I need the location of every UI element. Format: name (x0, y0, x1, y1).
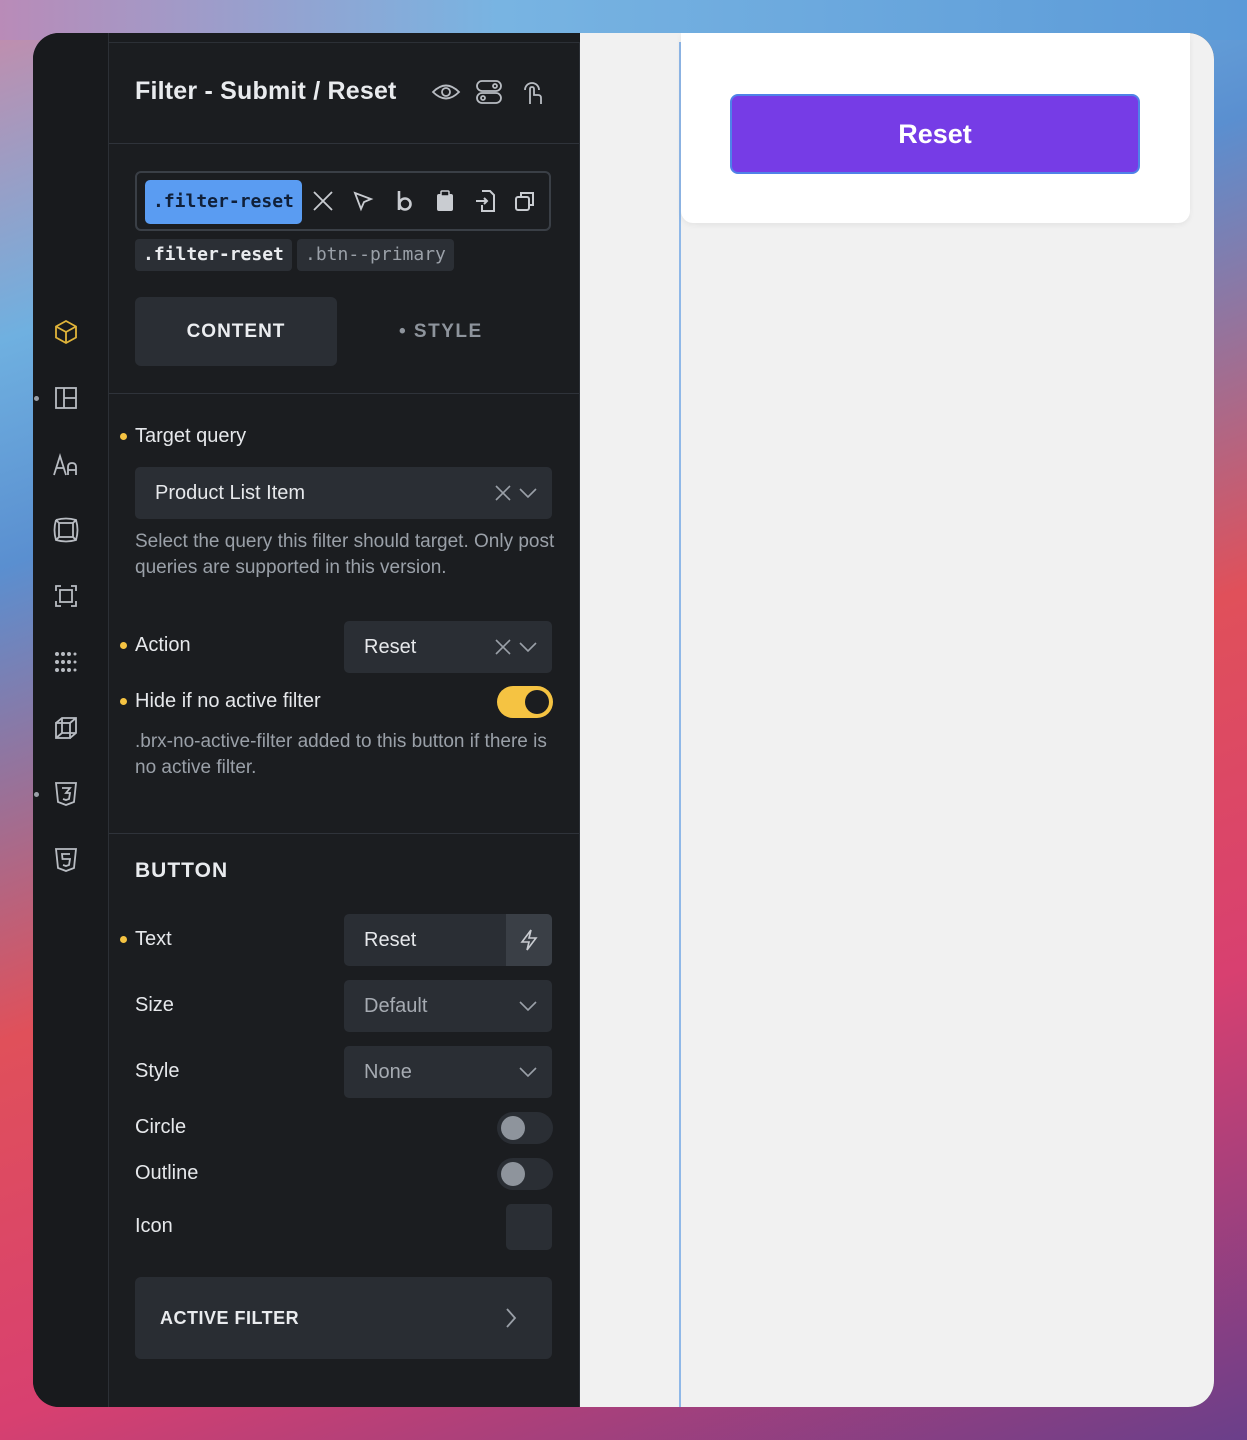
circle-label: Circle (135, 1116, 187, 1138)
chevron-down-icon[interactable] (519, 621, 537, 673)
frame-icon[interactable] (52, 582, 80, 610)
3d-box-icon[interactable] (52, 714, 80, 742)
builder-window: Filter - Submit / Reset .filter-reset .f… (33, 33, 1214, 1407)
cube-icon[interactable] (52, 318, 80, 346)
active-filter-title: ACTIVE FILTER (160, 1308, 300, 1328)
box-model-icon[interactable] (52, 516, 80, 544)
preview-card: Reset (681, 33, 1190, 223)
tab-style[interactable]: • STYLE (399, 297, 483, 366)
chevron-right-icon (504, 1306, 528, 1330)
panel-header: Filter - Submit / Reset (109, 43, 579, 144)
icon-label: Icon (135, 1215, 173, 1237)
class-chip[interactable]: .btn--primary (297, 239, 454, 271)
bold-b-icon[interactable] (391, 187, 419, 215)
target-query-select[interactable]: Product List Item (135, 467, 552, 519)
divider (109, 833, 579, 834)
interaction-icon[interactable] (517, 77, 547, 107)
style-label: Style (135, 1060, 180, 1082)
size-value: Default (364, 994, 428, 1017)
text-value: Reset (364, 928, 417, 951)
circle-toggle[interactable] (497, 1112, 553, 1144)
target-query-label: Target query (135, 425, 247, 447)
duplicate-icon[interactable] (511, 187, 539, 215)
outline-toggle[interactable] (497, 1158, 553, 1190)
button-section-title: BUTTON (135, 859, 229, 882)
toggle-knob (525, 690, 549, 714)
divider (109, 393, 579, 394)
layout-icon[interactable] (52, 384, 80, 412)
text-input[interactable]: Reset (344, 914, 552, 966)
action-value: Reset (364, 635, 417, 658)
hide-if-no-active-help: .brx-no-active-filter added to this butt… (135, 731, 547, 778)
reset-button[interactable]: Reset (730, 94, 1140, 174)
html5-icon[interactable] (52, 846, 80, 874)
target-query-value: Product List Item (155, 481, 306, 504)
icon-rail (33, 33, 109, 1407)
css3-icon[interactable] (52, 780, 80, 808)
chevron-down-icon[interactable] (519, 980, 537, 1032)
typography-icon[interactable] (52, 451, 80, 479)
size-select[interactable]: Default (344, 980, 552, 1032)
clear-icon[interactable] (495, 467, 511, 519)
toggle-icon[interactable] (474, 77, 504, 107)
action-select[interactable]: Reset (344, 621, 552, 673)
eye-icon[interactable] (431, 77, 461, 107)
chevron-down-icon[interactable] (519, 1046, 537, 1098)
hide-if-no-active-toggle[interactable] (497, 686, 553, 718)
dynamic-data-icon[interactable] (506, 914, 552, 966)
class-selector[interactable]: .filter-reset (135, 171, 551, 231)
grid-dots-icon[interactable] (52, 648, 80, 676)
clipboard-icon[interactable] (431, 187, 459, 215)
css-dot (34, 792, 39, 797)
clear-icon[interactable] (495, 621, 511, 673)
target-query-help: Select the query this filter should targ… (135, 531, 555, 578)
selection-outline (679, 42, 681, 1407)
chevron-down-icon[interactable] (519, 467, 537, 519)
modified-dot (120, 936, 127, 943)
style-value: None (364, 1060, 412, 1083)
active-class-chip[interactable]: .filter-reset (145, 180, 302, 224)
style-select[interactable]: None (344, 1046, 552, 1098)
cursor-icon[interactable] (349, 187, 377, 215)
active-filter-accordion[interactable]: ACTIVE FILTER (135, 1277, 552, 1359)
layout-dot (34, 396, 39, 401)
toggle-knob (501, 1162, 525, 1186)
modified-dot (120, 433, 127, 440)
settings-panel: Filter - Submit / Reset .filter-reset .f… (109, 42, 580, 1407)
class-chip[interactable]: .filter-reset (135, 239, 292, 271)
preview-canvas: Reset (580, 33, 1214, 1407)
action-label: Action (135, 634, 191, 656)
toggle-knob (501, 1116, 525, 1140)
outline-label: Outline (135, 1162, 199, 1184)
import-icon[interactable] (471, 187, 499, 215)
size-label: Size (135, 994, 174, 1016)
modified-dot (120, 642, 127, 649)
element-title: Filter - Submit / Reset (135, 77, 397, 105)
hide-if-no-active-label: Hide if no active filter (135, 690, 321, 712)
icon-picker[interactable] (506, 1204, 552, 1250)
text-label: Text (135, 928, 172, 950)
close-icon[interactable] (309, 187, 337, 215)
modified-dot (120, 698, 127, 705)
tab-content[interactable]: CONTENT (135, 297, 337, 366)
